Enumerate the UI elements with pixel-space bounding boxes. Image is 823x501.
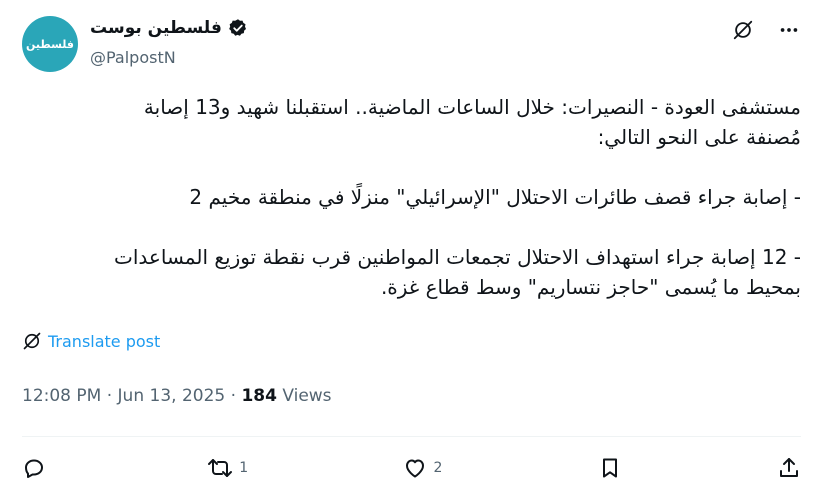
avatar[interactable]: فلسطين <box>22 16 78 72</box>
like-count: 2 <box>433 460 443 476</box>
views-count: 184 <box>241 386 277 406</box>
views-label: Views <box>282 386 332 406</box>
translate-post-button[interactable]: Translate post <box>22 331 160 351</box>
divider <box>22 436 801 437</box>
tweet-text: مستشفى العودة - النصيرات: خلال الساعات ا… <box>22 92 801 302</box>
reply-icon <box>25 459 43 478</box>
heart-icon <box>406 459 425 478</box>
tweet-actions-bar: 1 2 <box>22 452 801 484</box>
grok-translate-icon[interactable] <box>731 18 755 42</box>
share-button[interactable] <box>777 456 801 480</box>
tweet-line: مستشفى العودة - النصيرات: خلال الساعات ا… <box>143 95 801 119</box>
retweet-icon <box>208 459 233 477</box>
tweet-time[interactable]: 12:08 PM <box>22 386 101 406</box>
tweet-line: مُصنفة على النحو التالي: <box>597 125 801 149</box>
author-handle[interactable]: @PalpostN <box>90 48 176 67</box>
retweet-count: 1 <box>239 460 249 476</box>
tweet-line: بمحيط ما يُسمى "حاجز نتساريم" وسط قطاع غ… <box>380 275 801 299</box>
verified-badge-icon <box>229 19 246 36</box>
share-icon <box>779 458 798 477</box>
avatar-logo-text: فلسطين <box>26 37 74 51</box>
like-button[interactable]: 2 <box>403 456 442 480</box>
more-options-icon[interactable] <box>777 18 801 42</box>
retweet-button[interactable]: 1 <box>207 456 248 480</box>
author-display-name[interactable]: فلسطين بوست <box>90 18 222 38</box>
tweet-line: - 12 إصابة جراء استهداف الاحتلال تجمعات … <box>114 245 801 269</box>
reply-button[interactable] <box>22 456 52 480</box>
translate-post-label: Translate post <box>48 331 161 351</box>
bookmark-icon <box>602 458 617 478</box>
author-name-row[interactable]: فلسطين بوست <box>90 18 248 38</box>
tweet-meta: 12:08 PM · Jun 13, 2025 · 184 Views <box>22 386 332 406</box>
translate-icon <box>23 332 41 350</box>
bookmark-button[interactable] <box>598 456 622 480</box>
tweet-top-actions <box>731 18 801 42</box>
tweet-date[interactable]: Jun 13, 2025 <box>118 386 226 406</box>
tweet-line: - إصابة جراء قصف طائرات الاحتلال "الإسرا… <box>189 185 801 209</box>
